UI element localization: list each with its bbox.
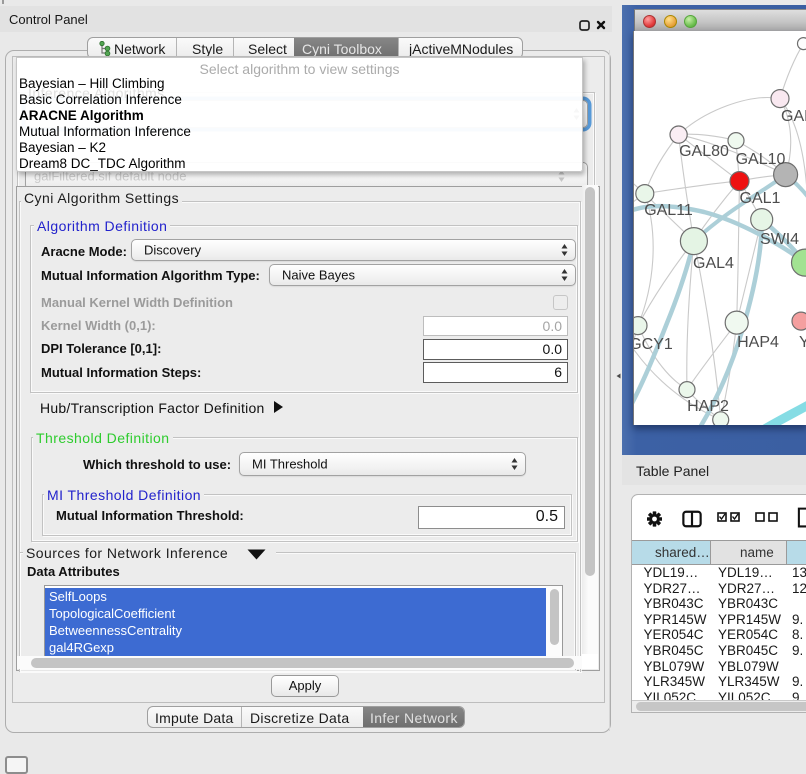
svg-text:GAL11: GAL11 xyxy=(644,202,693,219)
svg-text:GAL4: GAL4 xyxy=(693,255,734,272)
svg-text:HAP4: HAP4 xyxy=(737,334,779,351)
svg-text:GAL7: GAL7 xyxy=(781,108,806,125)
svg-text:GAL1: GAL1 xyxy=(740,190,781,207)
svg-text:GAL80: GAL80 xyxy=(679,143,729,160)
svg-text:SWI4: SWI4 xyxy=(760,231,799,248)
svg-text:GCY1: GCY1 xyxy=(634,336,673,353)
svg-text:GAL10: GAL10 xyxy=(736,151,786,168)
svg-text:HAP2: HAP2 xyxy=(687,398,729,415)
svg-text:YJ: YJ xyxy=(799,334,806,351)
